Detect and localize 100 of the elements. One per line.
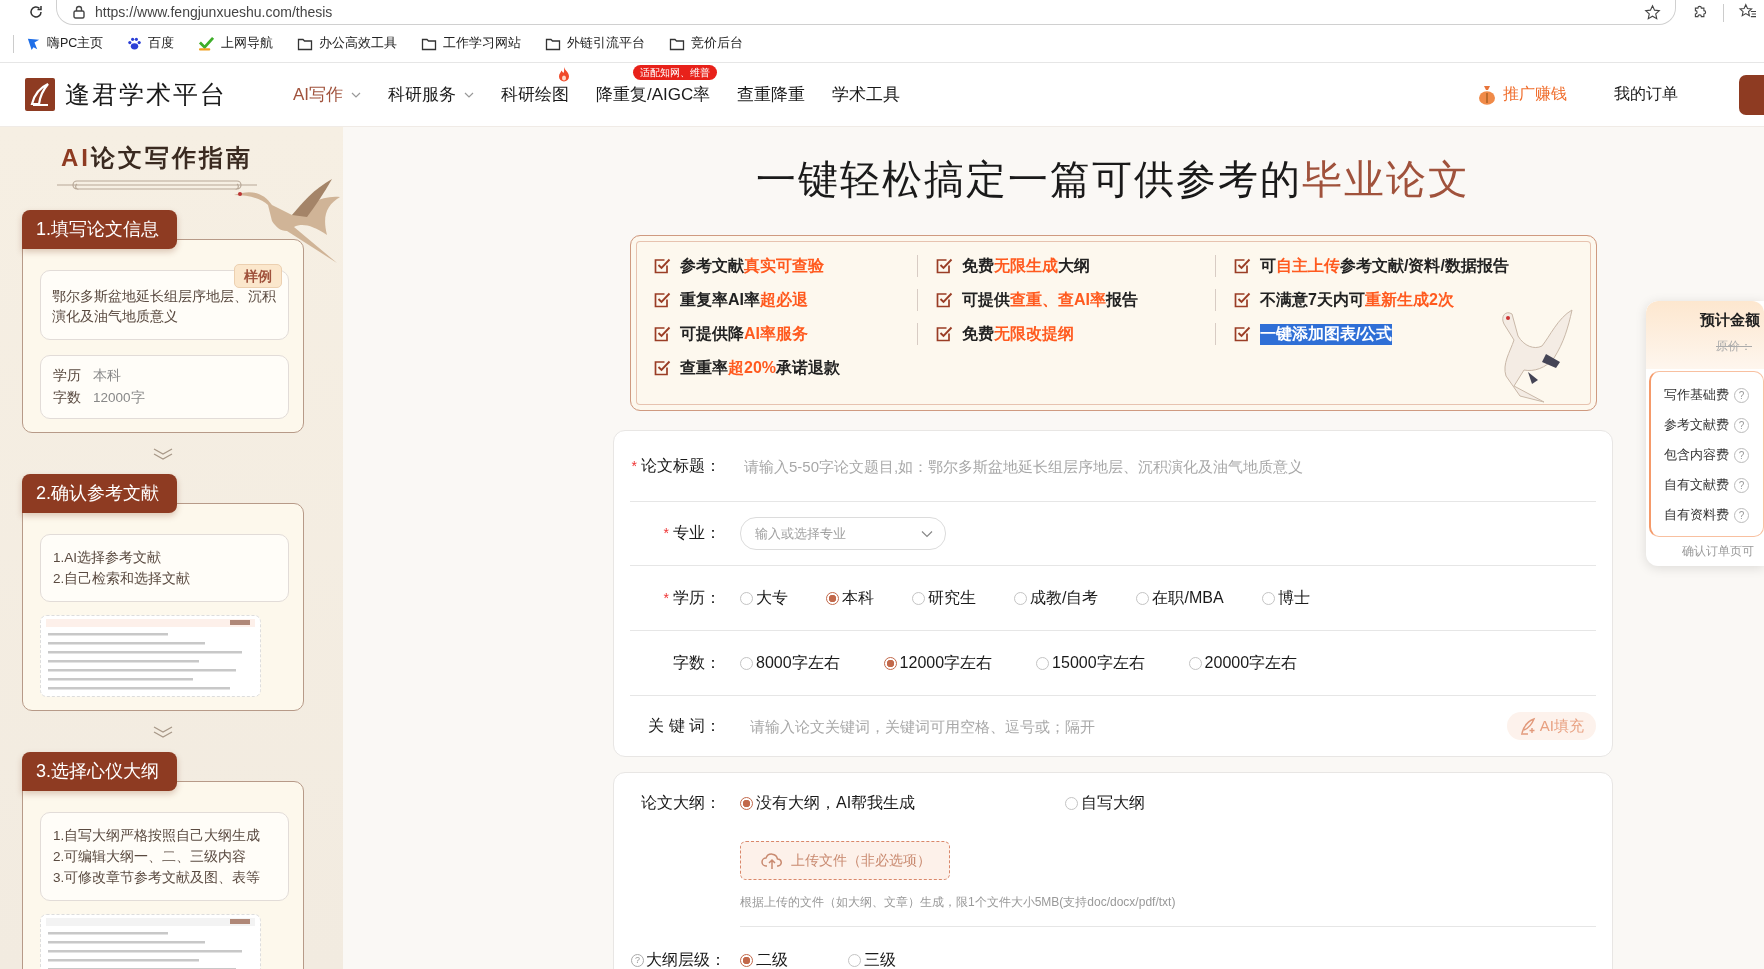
extension-icon[interactable] [1692,3,1709,20]
folder-icon[interactable] [669,36,686,51]
bookmark-item[interactable]: 上网导航 [198,35,274,52]
radio-option[interactable]: 本科 [826,587,874,609]
checkmark-icon[interactable] [198,36,216,51]
field-label: 字数： [673,653,721,671]
checkbox-icon [935,291,953,309]
cloud-upload-icon [761,851,783,870]
field-label: 关 键 词： [648,716,721,734]
feature-text: 可提供降AI率服务 [680,323,808,344]
field-label: 学历： [673,588,721,606]
sample-tag: 样例 [234,264,282,288]
money-bag-icon [1478,84,1496,105]
fee-label: 自有资料费 [1664,506,1729,524]
checkbox-icon [653,359,671,377]
field-label: 论文大纲： [641,793,721,811]
fact-label: 学历 [53,368,81,383]
upload-hint: 根据上传的文件（如大纲、文章）生成，限1个文件大小5MB(支持doc/docx/pdf/txt) [740,893,1596,927]
folder-icon[interactable] [297,36,314,51]
headline: 一键轻松搞定一篇可供参考的毕业论文 [755,156,1471,204]
feature-text: 不满意7天内可重新生成2次 [1260,289,1454,310]
feature-text: 一键添加图表/公式 [1260,323,1393,345]
checkbox-icon [653,257,671,275]
feature-text: 免费无限改提纲 [962,323,1074,344]
radio-option[interactable]: 8000字左右 [740,652,840,674]
fee-label: 包含内容费 [1664,446,1729,464]
fee-label: 参考文献费 [1664,416,1729,434]
logo-text[interactable]: 逢君学术平台 [65,78,227,111]
estimate-note: 确认订单页可 [1681,543,1755,560]
bookmark-item[interactable]: 百度 [127,35,175,52]
fact-label: 字数 [53,390,81,405]
radio-option[interactable]: 在职/MBA [1136,587,1224,609]
title-input[interactable]: 请输入5-50字论文题目,如：鄂尔多斯盆地延长组层序地层、沉积演化及油气地质意义 [740,451,1596,481]
bookmark-item[interactable]: 嗨PC主页 [26,35,104,52]
field-label: 专业： [673,524,721,541]
feature-text: 查重率超20%承诺退款 [680,357,841,378]
radio-option[interactable]: 三级 [848,949,896,969]
radio-option[interactable]: 自写大纲 [1065,792,1146,814]
arrow-icon[interactable] [26,36,41,51]
paw-icon[interactable] [127,36,143,51]
feature-text: 可提供查重、查AI率报告 [962,289,1138,310]
feature-text: 参考文献真实可查验 [680,255,824,276]
radio-option[interactable]: 二级 [740,949,788,969]
double-chevron-icon [152,446,174,461]
lock-icon [73,5,85,19]
fact-value: 本科 [93,368,121,383]
radio-option[interactable]: 20000字左右 [1188,652,1298,674]
nav-item[interactable]: 科研绘图 [501,83,570,106]
fee-label: 写作基础费 [1664,386,1729,404]
list-line: 3.可修改章节参考文献及图、表等 [53,869,262,887]
checkbox-icon [935,325,953,343]
bookmark-item[interactable]: 竞价后台 [669,35,744,52]
fee-label: 自有文献费 [1664,476,1729,494]
keywords-input[interactable]: 请输入论文关键词，关键词可用空格、逗号或；隔开 [740,711,1507,741]
radio-option[interactable]: 15000字左右 [1036,652,1145,674]
radio-option[interactable]: 12000字左右 [883,652,993,674]
list-line: 1.AI选择参考文献 [53,549,162,567]
guide-title: AI论文写作指南 [60,143,254,173]
nav-item[interactable]: 降重复/AIGC率 [596,83,711,106]
folder-icon[interactable] [545,36,562,51]
orders-link[interactable]: 我的订单 [1614,84,1678,105]
feature-text: 重复率AI率超必退 [680,289,808,310]
feature-text: 可自主上传参考文献/资料/数据报告 [1260,255,1509,276]
nav-item[interactable]: 科研服务 [388,83,475,106]
list-line: 2.自己检索和选择文献 [53,570,192,588]
sample-title: 鄂尔多斯盆地延长组层序地层、沉积演化及油气地质意义 [52,288,277,326]
checkbox-icon [935,257,953,275]
double-chevron-icon [152,724,174,739]
field-label: 论文标题： [641,456,721,474]
feature-text: 免费无限生成大纲 [962,255,1090,276]
address-field[interactable]: https://www.fengjunxueshu.com/thesis [56,0,1676,25]
radio-option[interactable]: 大专 [740,587,788,609]
header-button[interactable] [1739,74,1764,115]
star-icon[interactable] [1644,3,1661,21]
checkbox-icon [1233,291,1251,309]
radio-option[interactable]: 没有大纲，AI帮我生成 [740,792,916,814]
nav-item[interactable]: 查重降重 [737,83,806,106]
checkbox-icon [1233,325,1251,343]
list-line: 1.自写大纲严格按照自己大纲生成 [53,827,262,845]
fact-value: 12000字 [93,390,145,405]
radio-option[interactable]: 博士 [1261,587,1310,609]
bookmark-item[interactable]: 工作学习网站 [421,35,522,52]
original-price: 原价： [1716,338,1753,355]
field-label: 大纲层级： [646,950,726,968]
folder-icon[interactable] [421,36,438,51]
nav-item[interactable]: AI写作 [293,83,362,106]
checkbox-icon [653,325,671,343]
nav-item[interactable]: 学术工具 [832,83,901,106]
checkbox-icon [653,291,671,309]
estimate-title: 预计金额 [1700,311,1761,330]
caret-icon [921,529,933,538]
reload-icon[interactable] [28,4,44,20]
radio-option[interactable]: 成教/自考 [1014,587,1099,609]
bookmark-item[interactable]: 办公高效工具 [297,35,398,52]
list-line: 2.可编辑大纲一、二、三级内容 [53,848,248,866]
favorites-icon[interactable] [1738,3,1757,20]
nav-badge: 适配知网、维普 [633,65,718,80]
logo-icon[interactable] [25,78,55,111]
radio-option[interactable]: 研究生 [912,587,976,609]
bookmark-item[interactable]: 外链引流平台 [545,35,646,52]
